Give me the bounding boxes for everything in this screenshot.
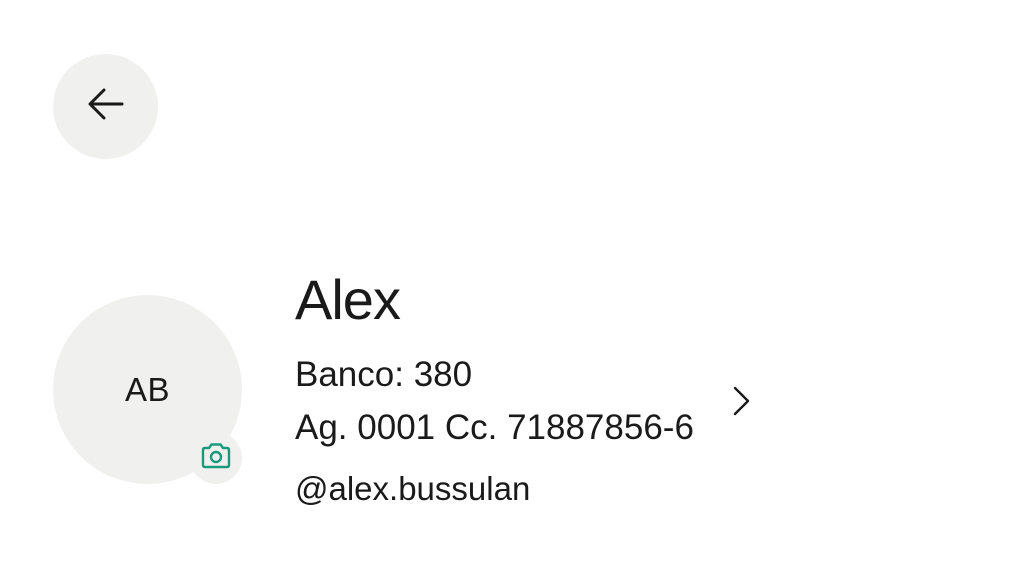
profile-screen: AB Alex Banco: 380 Ag. 0001 Cc. 71887856… <box>0 0 1014 584</box>
profile-name: Alex <box>295 268 401 331</box>
profile-info: Alex Banco: 380 Ag. 0001 Cc. 71887856-6 … <box>295 262 795 511</box>
avatar-initials: AB <box>124 370 171 408</box>
bank-details-row[interactable]: Banco: 380 Ag. 0001 Cc. 71887856-6 <box>295 348 775 454</box>
arrow-left-icon <box>82 80 130 133</box>
bank-details: Banco: 380 Ag. 0001 Cc. 71887856-6 <box>295 348 694 454</box>
camera-icon <box>199 439 233 478</box>
user-handle: @alex.bussulan <box>295 470 531 507</box>
back-button[interactable] <box>53 54 158 159</box>
chevron-right-icon <box>728 384 754 418</box>
account-number: Ag. 0001 Cc. 71887856-6 <box>295 408 694 447</box>
bank-code: Banco: 380 <box>295 355 473 394</box>
change-photo-button[interactable] <box>190 432 242 484</box>
avatar-container: AB <box>53 295 243 485</box>
